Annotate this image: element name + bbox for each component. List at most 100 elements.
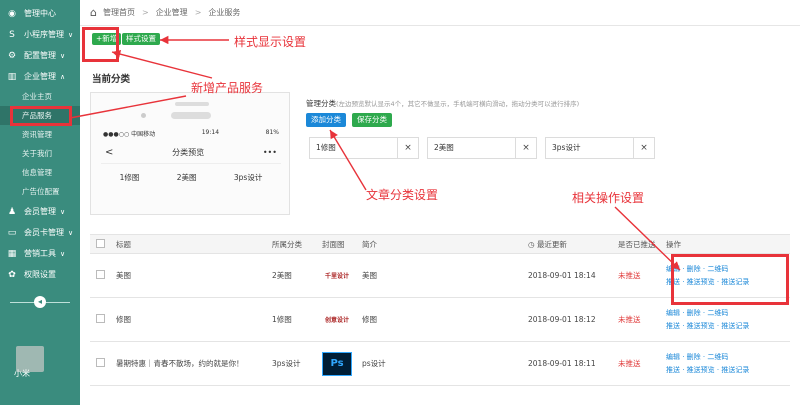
phone-speaker bbox=[171, 112, 211, 119]
sidebar-collapse-toggle[interactable]: ◂ bbox=[10, 296, 70, 308]
sidebar-item-label: 配置管理 bbox=[24, 51, 56, 60]
chevron-icon: ∨ bbox=[60, 51, 66, 60]
table-row: 暑期特惠｜青春不散场，约的就是你！ 3ps设计 Ps ps设计 2018-09-01 1… bbox=[90, 342, 790, 386]
dashboard-icon: ◉ bbox=[8, 8, 16, 19]
chevron-icon: ∨ bbox=[60, 207, 66, 216]
permission-icon: ✿ bbox=[8, 269, 16, 280]
row-operations: 编辑 · 删除 · 二维码 推送 · 推送预览 · 推送记录 bbox=[662, 351, 790, 377]
annotation-category: 文章分类设置 bbox=[366, 188, 439, 202]
row-operations: 编辑 · 删除 · 二维码 推送 · 推送预览 · 推送记录 bbox=[662, 307, 790, 333]
category-field[interactable]: 1修图 × bbox=[309, 137, 419, 159]
preview-category-list: 1修图 2美图 3ps设计 bbox=[101, 172, 281, 183]
row-category: 1修图 bbox=[272, 315, 292, 324]
row-cover: 创意设计 bbox=[322, 308, 362, 332]
annotation-style: 样式显示设置 bbox=[234, 35, 307, 49]
row-checkbox[interactable] bbox=[96, 314, 105, 323]
col-pushed: 是否已推送 bbox=[618, 239, 656, 249]
row-checkbox[interactable] bbox=[96, 358, 105, 367]
highlight-box bbox=[82, 27, 119, 62]
home-icon[interactable]: ⌂ bbox=[90, 6, 97, 19]
sidebar-item[interactable]: ✿ 权限设置 bbox=[0, 264, 80, 285]
row-push-status: 未推送 bbox=[618, 315, 641, 324]
sidebar-item[interactable]: ▥ 企业管理 ∧ bbox=[0, 66, 80, 87]
save-category-button[interactable]: 保存分类 bbox=[352, 113, 392, 127]
sidebar-item[interactable]: ♟ 会员管理 ∨ bbox=[0, 201, 80, 222]
select-all-cell bbox=[90, 238, 116, 250]
breadcrumb-enterprise[interactable]: 企业管理 bbox=[156, 7, 188, 18]
sidebar-item[interactable]: S 小程序管理 ∨ bbox=[0, 24, 80, 45]
col-operations: 操作 bbox=[666, 239, 681, 249]
add-category-button[interactable]: 添加分类 bbox=[306, 113, 346, 127]
col-title: 标题 bbox=[116, 239, 131, 249]
remove-icon[interactable]: × bbox=[398, 143, 418, 153]
preview-category: 3ps设计 bbox=[233, 173, 263, 182]
category-input[interactable]: 3ps设计 bbox=[546, 138, 634, 158]
settings-icon: ⚙ bbox=[7, 50, 17, 61]
sidebar-item-label: 会员管理 bbox=[24, 207, 56, 216]
row-updated: 2018-09-01 18:14 bbox=[528, 271, 596, 280]
row-intro: 修图 bbox=[362, 315, 377, 324]
select-all-checkbox[interactable] bbox=[96, 238, 105, 248]
row-checkbox[interactable] bbox=[96, 270, 105, 279]
row-ops-edit-links[interactable]: 编辑 · 删除 · 二维码 bbox=[666, 307, 790, 320]
category-input[interactable]: 1修图 bbox=[310, 138, 398, 158]
breadcrumb: ⌂ 管理首页 > 企业管理 > 企业服务 bbox=[80, 0, 800, 26]
remove-icon[interactable]: × bbox=[516, 143, 536, 153]
cover-image: 千里设计 bbox=[324, 273, 349, 280]
breadcrumb-home[interactable]: 管理首页 bbox=[103, 7, 135, 18]
row-updated: 2018-09-01 18:11 bbox=[528, 359, 596, 368]
chevron-icon: ∧ bbox=[60, 72, 66, 81]
breadcrumb-separator: > bbox=[194, 8, 202, 17]
style-settings-button[interactable]: 样式设置 bbox=[122, 33, 160, 45]
collapse-icon[interactable]: ◂ bbox=[34, 296, 46, 308]
row-select-cell bbox=[90, 270, 116, 281]
sidebar-item[interactable]: ◉ 管理中心 bbox=[0, 3, 80, 24]
sidebar-subitem[interactable]: 广告位配置 bbox=[0, 182, 80, 201]
row-select-cell bbox=[90, 358, 116, 369]
phone-navbar: < 分类预览 ••• bbox=[101, 142, 281, 164]
sidebar-item-label: 权限设置 bbox=[24, 270, 56, 279]
row-ops-push-links[interactable]: 推送 · 推送预览 · 推送记录 bbox=[666, 364, 790, 377]
sidebar-item[interactable]: ▭ 会员卡管理 ∨ bbox=[0, 222, 80, 243]
sidebar-subitem[interactable]: 企业主页 bbox=[0, 87, 80, 106]
category-field[interactable]: 2美图 × bbox=[427, 137, 537, 159]
sidebar-subitem[interactable]: 资讯管理 bbox=[0, 125, 80, 144]
chevron-icon: ∨ bbox=[68, 228, 74, 237]
more-icon: ••• bbox=[262, 148, 277, 157]
category-field[interactable]: 3ps设计 × bbox=[545, 137, 655, 159]
current-category-title: 当前分类 bbox=[92, 74, 131, 85]
row-cover: 千里设计 bbox=[322, 264, 362, 288]
sidebar-item[interactable]: ⚙ 配置管理 ∨ bbox=[0, 45, 80, 66]
row-select-cell bbox=[90, 314, 116, 325]
preview-title: 分类预览 bbox=[172, 148, 205, 157]
highlight-box bbox=[671, 254, 789, 305]
col-cover: 封面图 bbox=[322, 239, 345, 249]
carrier-text: ●●●○○ 中国移动 bbox=[103, 131, 156, 138]
sidebar-item-label: 企业管理 bbox=[24, 72, 56, 81]
phone-preview: ●●●○○ 中国移动 19:14 81% < 分类预览 ••• 1修图 2美图 … bbox=[101, 102, 281, 207]
col-updated: ◷ 最近更新 bbox=[528, 239, 618, 250]
back-icon: < bbox=[105, 147, 114, 158]
row-ops-edit-links[interactable]: 编辑 · 删除 · 二维码 bbox=[666, 351, 790, 364]
sidebar-item-label: 小程序管理 bbox=[24, 30, 64, 39]
cover-image: 创意设计 bbox=[324, 317, 349, 324]
phone-status-bar: ●●●○○ 中国移动 19:14 81% bbox=[101, 129, 281, 140]
row-push-status: 未推送 bbox=[618, 271, 641, 280]
phone-sensor bbox=[141, 113, 146, 118]
phone-camera bbox=[175, 102, 209, 106]
manage-category-hint: (左边预览默认显示4个，其它不做显示，手机端可横向滑动，拖动分类可以进行排序) bbox=[336, 100, 580, 108]
category-input[interactable]: 2美图 bbox=[428, 138, 516, 158]
table-header: 标题 所属分类 封面图 简介 ◷ 最近更新 是否已推送 操作 bbox=[90, 234, 790, 254]
user-name: 小米 bbox=[14, 369, 30, 378]
status-time: 19:14 bbox=[201, 129, 220, 136]
annotation-add: 新增产品服务 bbox=[191, 81, 264, 95]
row-title: 暑期特惠｜青春不散场，约的就是你！ bbox=[116, 359, 244, 368]
row-intro: ps设计 bbox=[362, 359, 386, 368]
sidebar-item[interactable]: ▦ 营销工具 ∨ bbox=[0, 243, 80, 264]
miniapp-icon: S bbox=[9, 29, 15, 40]
row-ops-push-links[interactable]: 推送 · 推送预览 · 推送记录 bbox=[666, 320, 790, 333]
sidebar-subitem[interactable]: 信息管理 bbox=[0, 163, 80, 182]
sidebar-subitem[interactable]: 关于我们 bbox=[0, 144, 80, 163]
remove-icon[interactable]: × bbox=[634, 143, 654, 153]
row-category: 3ps设计 bbox=[272, 359, 301, 368]
